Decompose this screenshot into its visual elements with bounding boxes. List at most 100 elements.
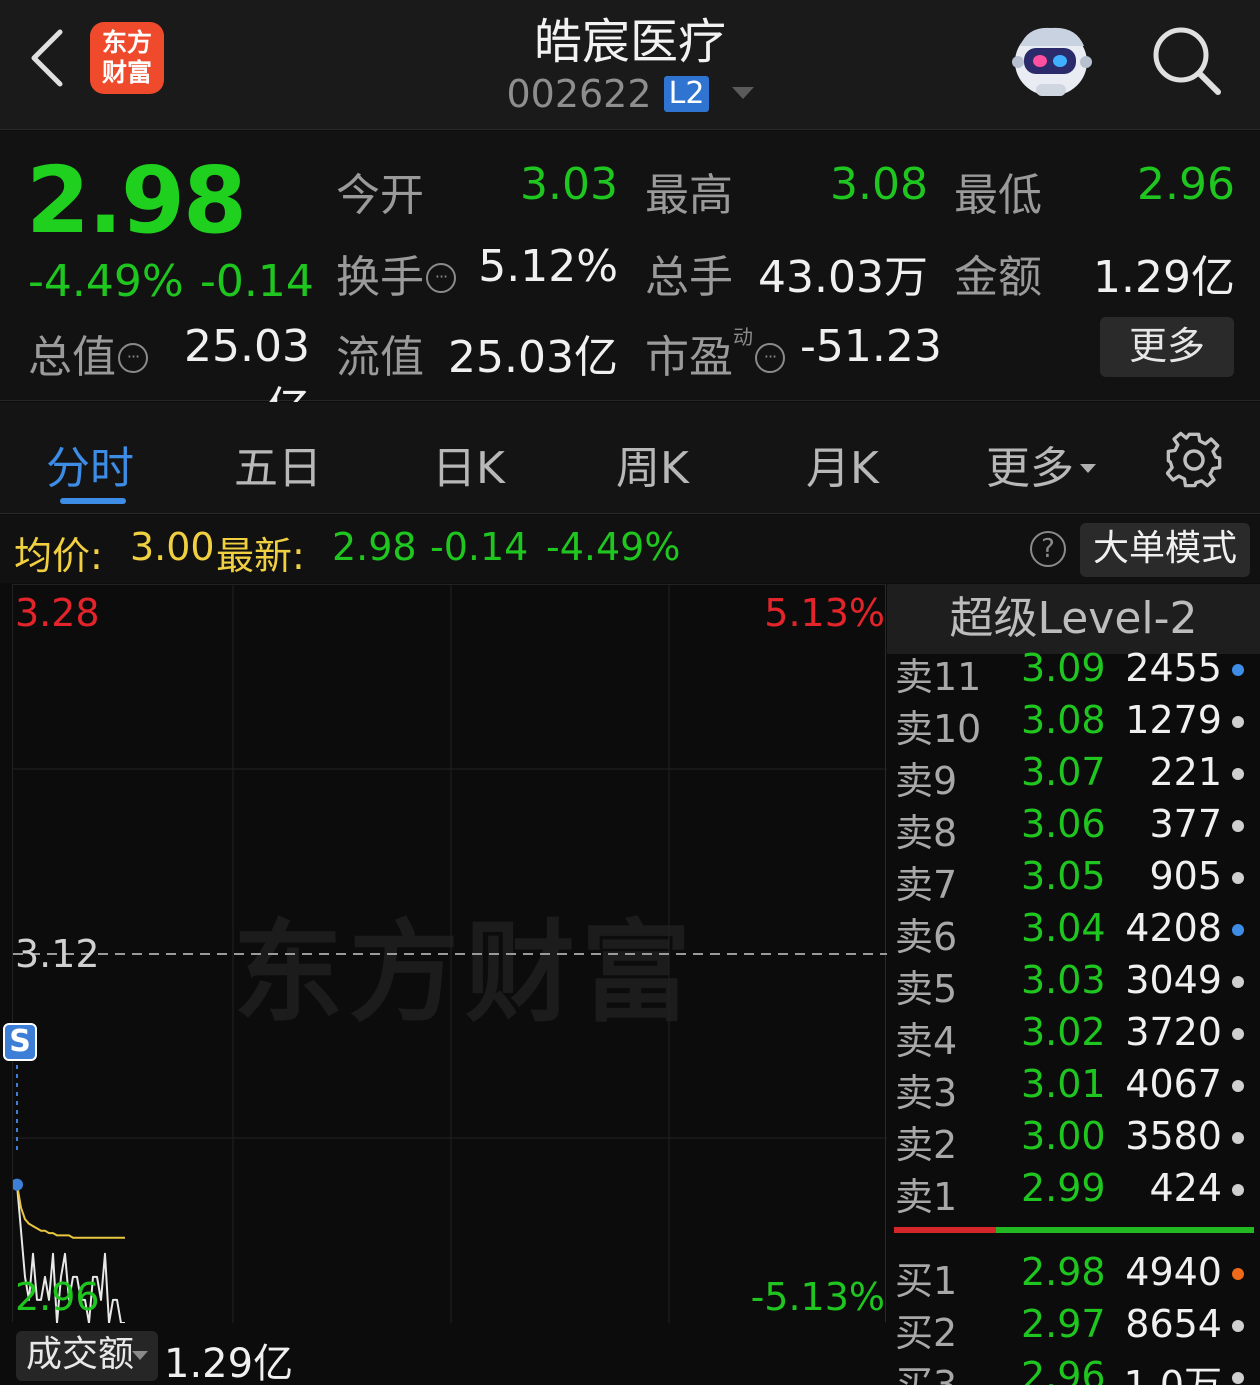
ask-row[interactable]: 卖3 3.01 4067 (887, 1062, 1260, 1115)
info-icon[interactable]: ··· (755, 343, 785, 373)
ask-row[interactable]: 卖11 3.09 2455 (887, 646, 1260, 699)
sell-marker-badge[interactable]: S (3, 1023, 37, 1061)
order-dot-icon (1232, 716, 1244, 728)
tab-monthly-k[interactable]: 月K (806, 432, 879, 496)
order-dot-icon (1232, 664, 1244, 676)
bid-row[interactable]: 买1 2.98 4940 (887, 1250, 1260, 1303)
ask-quantity: 3049 (1125, 958, 1222, 1002)
bid-quantity: 8654 (1125, 1302, 1222, 1346)
order-book-title: 超级Level-2 (887, 584, 1260, 654)
ask-level-label: 卖5 (895, 967, 958, 1011)
ask-row[interactable]: 卖9 3.07 221 (887, 750, 1260, 803)
turnover-value: 5.12% (478, 241, 618, 292)
float-cap-label: 流值 (336, 332, 424, 383)
ask-quantity: 3580 (1125, 1114, 1222, 1158)
order-dot-icon (1232, 1320, 1244, 1332)
ask-level-label: 卖11 (895, 655, 982, 699)
float-cap-value: 25.03亿 (448, 332, 618, 383)
trade-point-marker (13, 1178, 23, 1191)
low-label: 最低 (954, 170, 1042, 221)
gear-icon[interactable] (1166, 430, 1222, 488)
average-price-line (16, 1184, 125, 1239)
ask-level-label: 卖2 (895, 1123, 958, 1167)
ask-quantity: 424 (1149, 1166, 1222, 1210)
ask-price: 3.00 (1021, 1114, 1106, 1158)
ask-level-label: 卖3 (895, 1071, 958, 1115)
intraday-chart[interactable]: 东方财富 3.28 5.13% 3.12 2.96 -5.13% S (3, 584, 887, 1323)
latest-price-label: 最新: (216, 534, 305, 578)
tab-five-day[interactable]: 五日 (234, 432, 322, 496)
chevron-down-icon[interactable] (731, 87, 754, 99)
ask-level-label: 卖7 (895, 863, 958, 907)
bid-price: 2.96 (1021, 1354, 1106, 1385)
bid-row[interactable]: 买3 2.96 1.0万 (887, 1354, 1260, 1385)
ask-level-label: 卖6 (895, 915, 958, 959)
y-axis-prev-close: 3.12 (15, 932, 100, 976)
high-label: 最高 (645, 170, 733, 221)
bid-quantity: 4940 (1125, 1250, 1222, 1294)
search-icon[interactable] (1148, 22, 1224, 98)
ask-row[interactable]: 卖1 2.99 424 (887, 1166, 1260, 1219)
ask-row[interactable]: 卖5 3.03 3049 (887, 958, 1260, 1011)
ask-row[interactable]: 卖4 3.02 3720 (887, 1010, 1260, 1063)
ask-price: 3.08 (1021, 698, 1106, 742)
order-book[interactable]: 超级Level-2 卖11 3.09 2455 卖10 3.08 1279 卖9 3.07 22… (887, 584, 1260, 1385)
ask-row[interactable]: 卖2 3.00 3580 (887, 1114, 1260, 1167)
ask-price: 3.04 (1021, 906, 1106, 950)
top-bar: 东方财富 皓宸医疗 002622 L2 (0, 0, 1260, 130)
bid-level-label: 买1 (895, 1259, 958, 1303)
ask-quantity: 2455 (1125, 646, 1222, 690)
market-cap-label[interactable]: 总值 ··· (28, 321, 148, 385)
assistant-robot-icon[interactable] (1006, 16, 1096, 104)
pe-dynamic-tag: 动 (733, 325, 753, 349)
order-dot-icon (1232, 1184, 1244, 1196)
active-tab-indicator (60, 498, 126, 504)
ask-price: 3.02 (1021, 1010, 1106, 1054)
volume-value: 43.03万 (758, 252, 928, 303)
tab-more[interactable]: 更多 (986, 432, 1096, 496)
bid-price: 2.98 (1021, 1250, 1106, 1294)
info-icon[interactable]: ··· (426, 263, 456, 293)
change-percent: -4.49% (28, 256, 184, 307)
tab-weekly-k[interactable]: 周K (616, 432, 689, 496)
tab-daily-k[interactable]: 日K (432, 432, 505, 496)
tab-intraday[interactable]: 分时 (46, 432, 134, 496)
y-axis-bottom-percent: -5.13% (750, 1275, 885, 1319)
turnover-label[interactable]: 换手 ··· (336, 241, 456, 305)
order-dot-icon (1232, 1268, 1244, 1280)
more-button[interactable]: 更多 (1100, 317, 1234, 377)
pe-label[interactable]: 市盈动··· (645, 321, 785, 385)
order-dot-icon (1232, 768, 1244, 780)
avg-price-label: 均价: (14, 534, 103, 578)
ask-level-label: 卖1 (895, 1175, 958, 1219)
ask-row[interactable]: 卖7 3.05 905 (887, 854, 1260, 907)
chevron-down-icon (1080, 464, 1096, 473)
open-label: 今开 (336, 170, 424, 221)
volume-indicator-dropdown[interactable]: 成交额 (16, 1331, 158, 1381)
bid-price: 2.97 (1021, 1302, 1106, 1346)
big-order-mode-button[interactable]: 大单模式 (1080, 523, 1250, 577)
ask-level-label: 卖4 (895, 1019, 958, 1063)
ask-price: 3.03 (1021, 958, 1106, 1002)
ask-quantity: 4067 (1125, 1062, 1222, 1106)
y-axis-top-percent: 5.13% (764, 591, 885, 635)
order-dot-icon (1232, 1132, 1244, 1144)
ask-row[interactable]: 卖8 3.06 377 (887, 802, 1260, 855)
latest-price-value: 2.98 (332, 525, 417, 569)
help-icon[interactable]: ? (1030, 531, 1066, 567)
pe-value: -51.23 (800, 321, 942, 372)
ask-row[interactable]: 卖10 3.08 1279 (887, 698, 1260, 751)
ask-quantity: 377 (1149, 802, 1222, 846)
amount-value: 1.29亿 (1093, 252, 1235, 303)
bid-row[interactable]: 买2 2.97 8654 (887, 1302, 1260, 1355)
period-tabs: 分时 五日 日K 周K 月K 更多 (0, 402, 1260, 514)
ask-row[interactable]: 卖6 3.04 4208 (887, 906, 1260, 959)
ask-quantity: 3720 (1125, 1010, 1222, 1054)
info-icon[interactable]: ··· (118, 343, 148, 373)
chevron-down-icon (132, 1351, 148, 1360)
chart-canvas (13, 585, 887, 1323)
bid-level-label: 买3 (895, 1363, 958, 1385)
order-dot-icon (1232, 1028, 1244, 1040)
ask-price: 3.07 (1021, 750, 1106, 794)
order-dot-icon (1232, 820, 1244, 832)
